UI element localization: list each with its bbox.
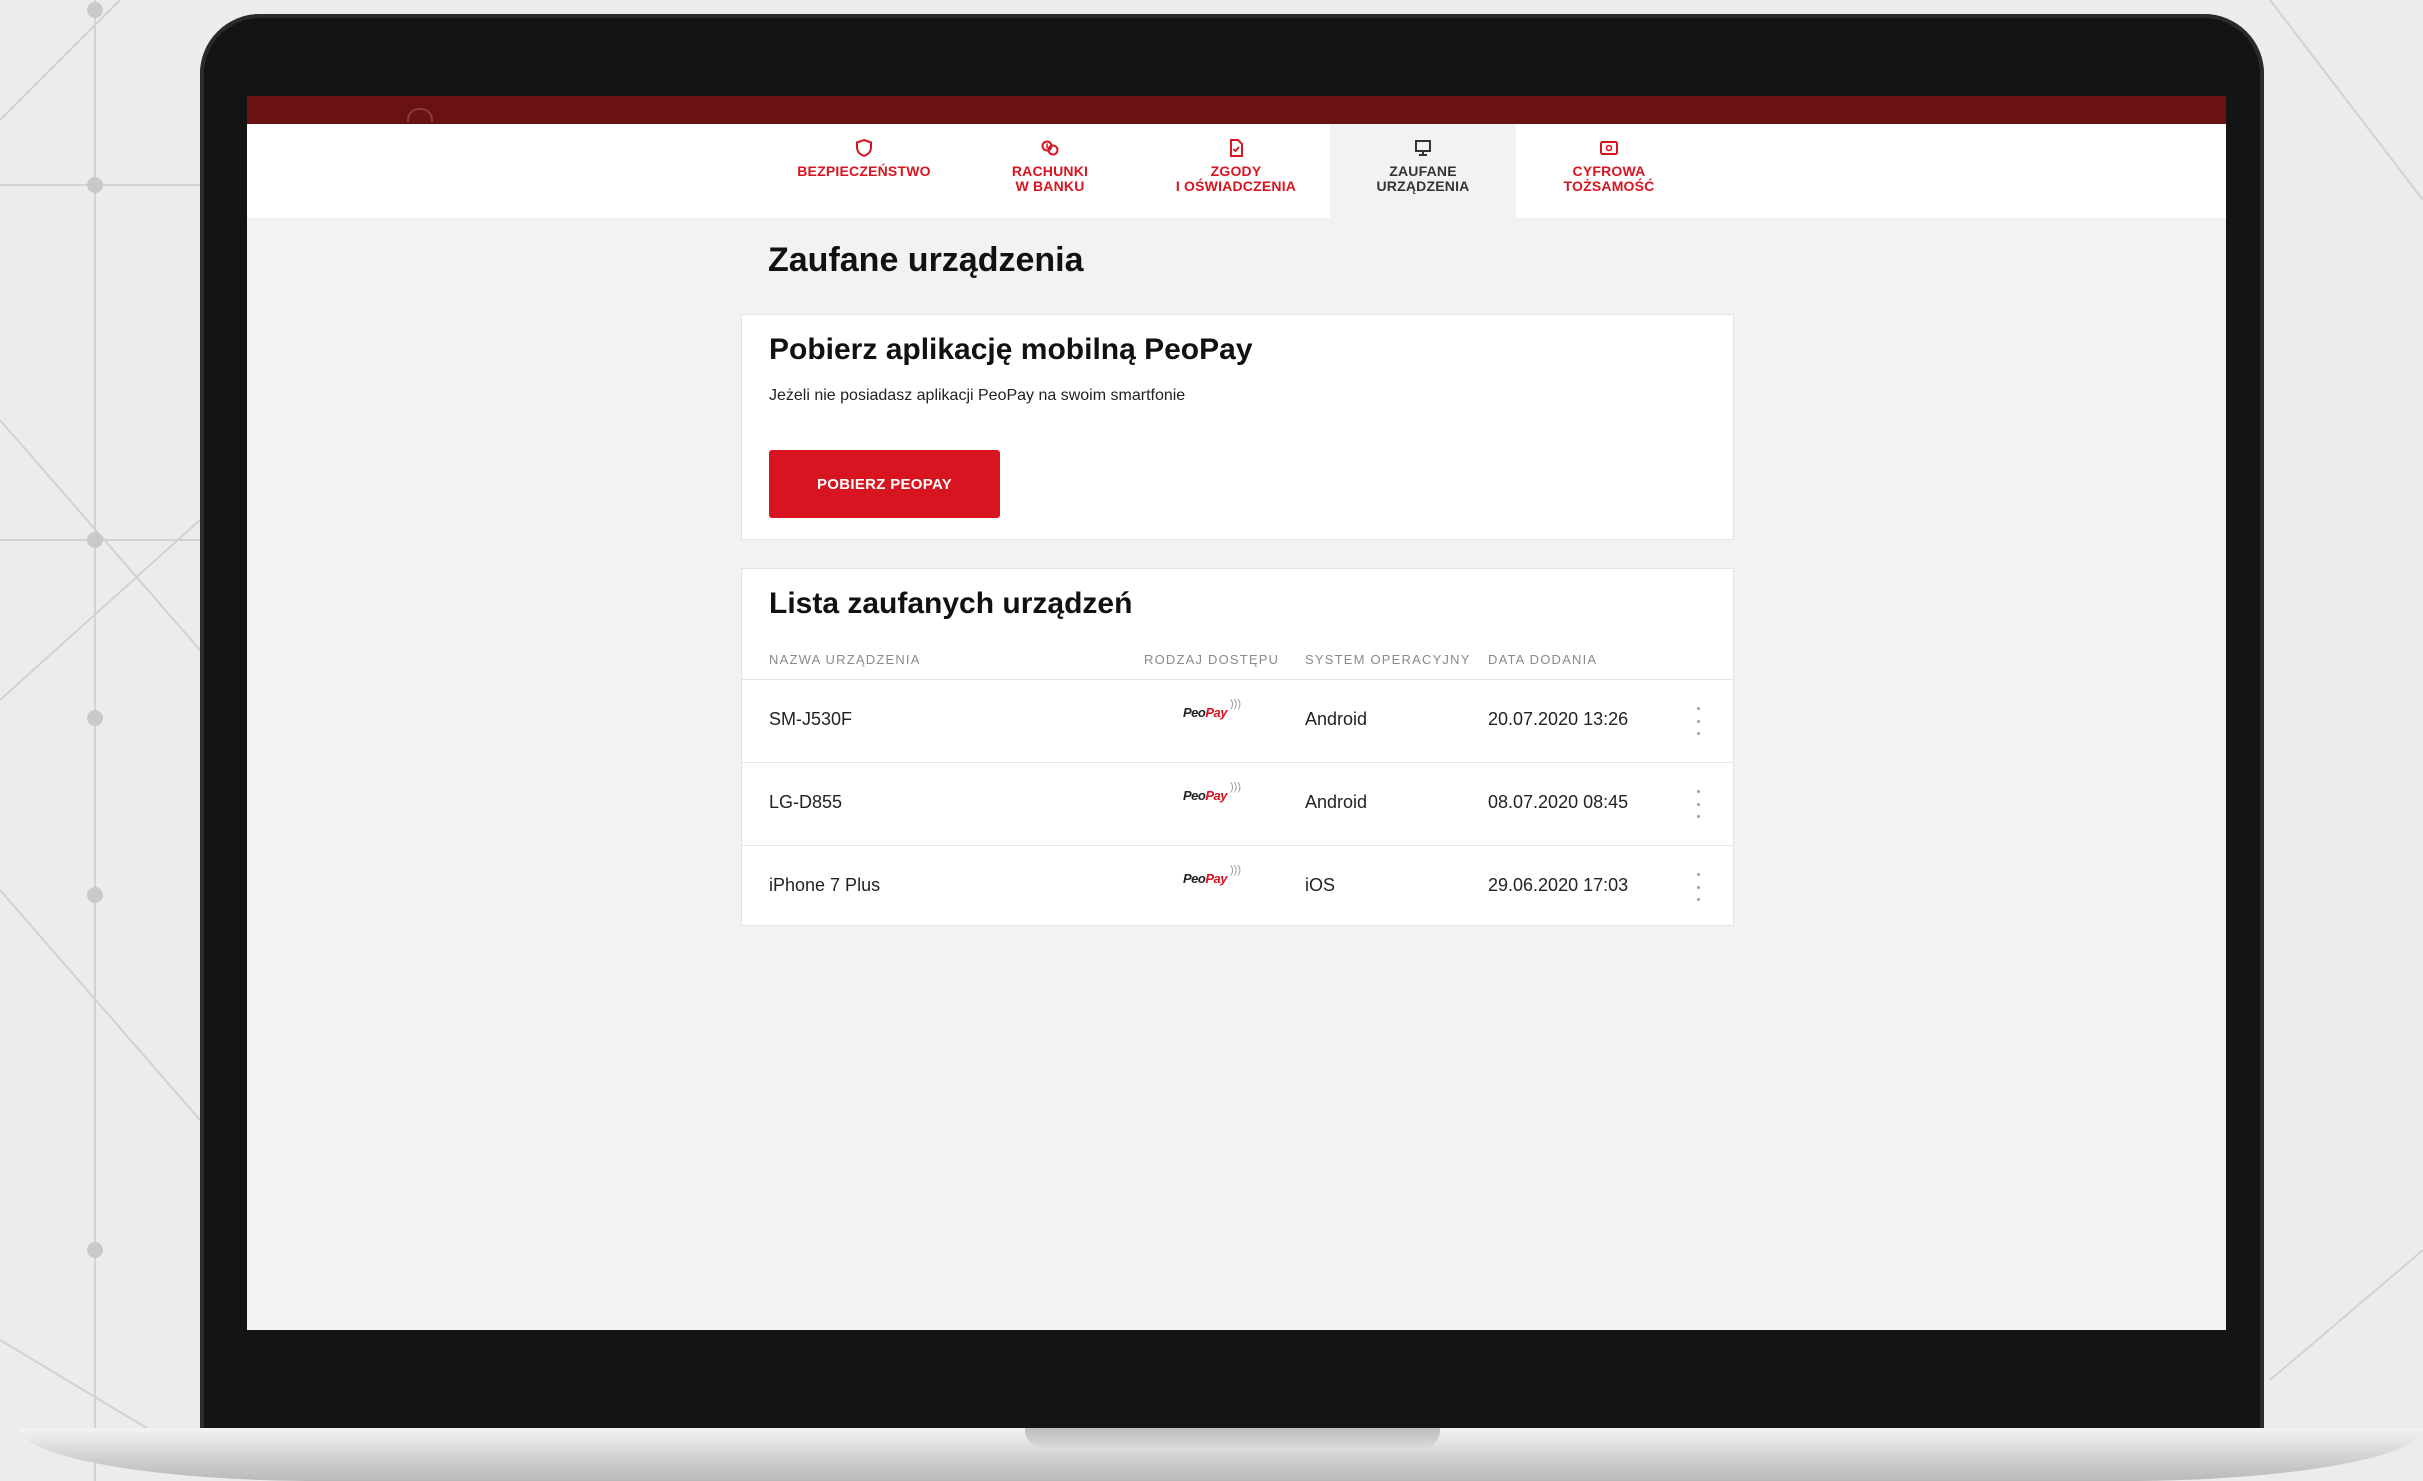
app-screen: BEZPIECZEŃSTWO RACHUNKI W BANKU ZGODY I … <box>247 96 2226 1330</box>
device-name: iPhone 7 Plus <box>769 875 881 895</box>
device-os: iOS <box>1305 875 1336 895</box>
top-bar <box>247 96 2226 124</box>
tab-label: CYFROWA TOŻSAMOŚĆ <box>1563 163 1655 194</box>
device-date-added: 29.06.2020 17:03 <box>1488 875 1629 895</box>
wireless-icon: ))) <box>1230 781 1241 793</box>
column-header-device-name: NAZWA URZĄDZENIA <box>769 652 921 667</box>
tab-rachunki-w-banku[interactable]: RACHUNKI W BANKU <box>957 124 1143 218</box>
laptop-base-notch <box>1025 1428 1440 1448</box>
shield-icon <box>856 138 872 158</box>
wireless-icon: ))) <box>1230 698 1241 710</box>
tab-bezpieczenstwo[interactable]: BEZPIECZEŃSTWO <box>771 124 957 218</box>
device-os: Android <box>1305 709 1368 729</box>
trusted-devices-card: Lista zaufanych urządzeń NAZWA URZĄDZENI… <box>741 568 1734 926</box>
column-header-os: SYSTEM OPERACYJNY <box>1305 652 1471 667</box>
device-os: Android <box>1305 792 1368 812</box>
tab-cyfrowa-tozsamosc[interactable]: CYFROWA TOŻSAMOŚĆ <box>1516 124 1702 218</box>
id-card-icon <box>1600 141 1618 155</box>
document-icon <box>1230 139 1243 157</box>
card-title: Pobierz aplikację mobilną PeoPay <box>769 333 1253 366</box>
table-row[interactable]: LG-D855 PeoPay ))) Android 08.07.2020 08… <box>742 762 1733 845</box>
device-date-added: 20.07.2020 13:26 <box>1488 709 1629 729</box>
tab-label: BEZPIECZEŃSTWO <box>797 163 931 179</box>
bank-accounts-icon <box>1041 140 1059 156</box>
download-app-card: Pobierz aplikację mobilną PeoPay Jeżeli … <box>741 314 1734 540</box>
wireless-icon: ))) <box>1230 864 1241 876</box>
tab-zaufane-urzadzenia[interactable]: ZAUFANE URZĄDZENIA <box>1330 124 1516 218</box>
more-options-icon[interactable] <box>1693 873 1703 901</box>
tab-label: ZGODY I OŚWIADCZENIA <box>1175 163 1297 194</box>
top-navigation: BEZPIECZEŃSTWO RACHUNKI W BANKU ZGODY I … <box>247 124 2226 218</box>
bank-logo-icon <box>407 108 433 122</box>
device-date-added: 08.07.2020 08:45 <box>1488 792 1629 812</box>
more-options-icon[interactable] <box>1693 707 1703 735</box>
tab-label: RACHUNKI W BANKU <box>1011 163 1089 194</box>
device-name: SM-J530F <box>769 709 853 729</box>
table-row[interactable]: SM-J530F PeoPay ))) Android 20.07.2020 1… <box>742 679 1733 762</box>
peopay-logo: PeoPay ))) <box>1183 781 1241 803</box>
card-title: Lista zaufanych urządzeń <box>769 587 1133 620</box>
monitor-icon <box>1415 140 1431 156</box>
page-title: Zaufane urządzenia <box>768 241 1084 279</box>
more-options-icon[interactable] <box>1693 790 1703 818</box>
tab-zgody-i-oswiadczenia[interactable]: ZGODY I OŚWIADCZENIA <box>1143 124 1329 218</box>
card-description: Jeżeli nie posiadasz aplikacji PeoPay na… <box>769 387 1186 404</box>
peopay-logo: PeoPay ))) <box>1183 698 1241 720</box>
download-peopay-button[interactable]: POBIERZ PEOPAY <box>769 450 1000 518</box>
column-header-date-added: DATA DODANIA <box>1488 652 1598 667</box>
column-header-access-type: RODZAJ DOSTĘPU <box>1144 652 1280 667</box>
table-row[interactable]: iPhone 7 Plus PeoPay ))) iOS 29.06.2020 … <box>742 845 1733 928</box>
peopay-logo: PeoPay ))) <box>1183 864 1241 886</box>
tab-label: ZAUFANE URZĄDZENIA <box>1376 163 1470 194</box>
device-name: LG-D855 <box>769 792 843 812</box>
